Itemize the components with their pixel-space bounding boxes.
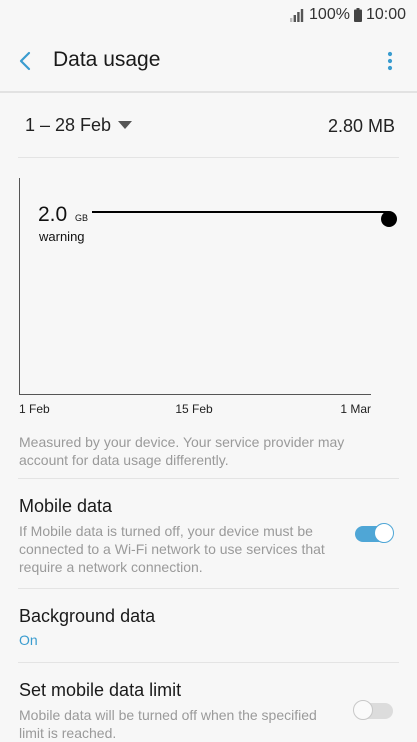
- x-tick-label: 15 Feb: [175, 402, 213, 416]
- divider: [18, 662, 399, 663]
- warning-unit: GB: [75, 213, 88, 223]
- warning-value: 2.0: [38, 203, 67, 226]
- chart-svg: 2.0 GB warning 1 Feb 15 Feb 1 Mar: [19, 178, 397, 416]
- data-limit-toggle[interactable]: [353, 700, 395, 722]
- status-indicators: 100% 10:00: [289, 6, 406, 24]
- battery-percent: 100%: [309, 6, 350, 23]
- x-tick-label: 1 Mar: [340, 402, 371, 416]
- data-usage-chart: 2.0 GB warning 1 Feb 15 Feb 1 Mar: [0, 160, 417, 430]
- measurement-note: Measured by your device. Your service pr…: [19, 434, 345, 468]
- billing-cycle-row: 1 – 28 Feb 2.80 MB: [0, 100, 417, 154]
- mobile-data-summary: If Mobile data is turned off, your devic…: [19, 523, 325, 575]
- app-bar: Data usage: [0, 32, 417, 90]
- billing-cycle-dropdown[interactable]: 1 – 28 Feb: [25, 115, 133, 136]
- warning-handle[interactable]: [381, 211, 397, 227]
- status-bar: 100% 10:00: [0, 0, 417, 32]
- data-limit-summary: Mobile data will be turned off when the …: [19, 707, 317, 741]
- chevron-down-icon: [118, 121, 133, 129]
- divider: [18, 588, 399, 589]
- background-data-summary: On: [19, 632, 38, 648]
- toggle-knob: [353, 700, 373, 720]
- usage-total: 2.80 MB: [327, 116, 395, 136]
- data-limit-label: Set mobile data limit: [19, 680, 182, 700]
- x-tick-label: 1 Feb: [19, 402, 50, 416]
- back-arrow-icon[interactable]: [16, 49, 34, 73]
- data-limit-setting[interactable]: Set mobile data limit Mobile data will b…: [0, 680, 417, 742]
- background-data-setting[interactable]: Background data On: [0, 606, 417, 662]
- more-options-icon[interactable]: [387, 51, 393, 71]
- app-bar-divider: [0, 91, 417, 93]
- billing-cycle-label: 1 – 28 Feb: [25, 115, 112, 135]
- background-data-label: Background data: [19, 606, 156, 626]
- mobile-data-label: Mobile data: [19, 496, 113, 516]
- warning-label: warning: [38, 229, 85, 244]
- signal-icon: [290, 9, 304, 22]
- battery-icon: [353, 8, 362, 22]
- mobile-data-setting[interactable]: Mobile data If Mobile data is turned off…: [0, 496, 417, 588]
- divider: [18, 478, 399, 479]
- divider: [18, 157, 399, 158]
- page-title: Data usage: [53, 48, 161, 71]
- clock: 10:00: [365, 6, 406, 23]
- toggle-knob: [374, 523, 394, 543]
- mobile-data-toggle[interactable]: [353, 523, 395, 545]
